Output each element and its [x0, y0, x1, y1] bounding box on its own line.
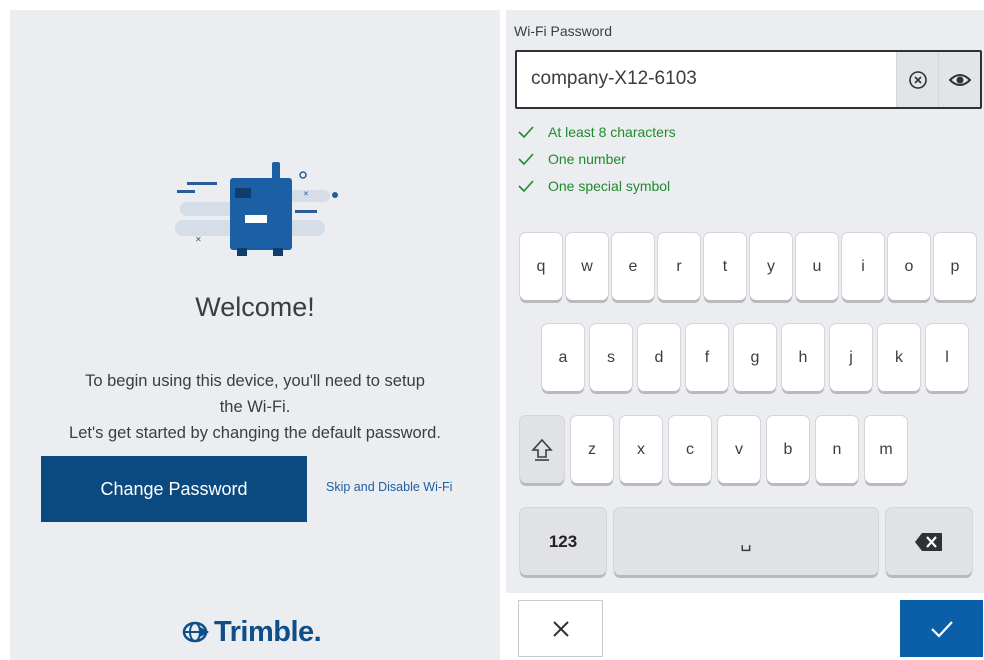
numbers-key[interactable]: 123 [520, 508, 606, 575]
key-x[interactable]: x [620, 416, 662, 483]
rule-item: One number [518, 145, 676, 172]
password-input[interactable]: company-X12-6103 [515, 50, 982, 109]
key-k[interactable]: k [878, 324, 920, 391]
key-i[interactable]: i [842, 233, 884, 300]
key-l[interactable]: l [926, 324, 968, 391]
trimble-globe-icon [182, 621, 209, 643]
keyboard-row-1: q w e r t y u i o p [520, 233, 976, 300]
show-password-button[interactable] [938, 52, 980, 107]
clear-circle-icon [908, 70, 927, 89]
password-panel: Wi-Fi Password company-X12-6103 At least… [506, 10, 984, 660]
key-y[interactable]: y [750, 233, 792, 300]
key-p[interactable]: p [934, 233, 976, 300]
password-value: company-X12-6103 [531, 68, 697, 89]
key-v[interactable]: v [718, 416, 760, 483]
key-h[interactable]: h [782, 324, 824, 391]
key-c[interactable]: c [669, 416, 711, 483]
rule-text: At least 8 characters [548, 123, 676, 140]
key-a[interactable]: a [542, 324, 584, 391]
cancel-button[interactable] [518, 600, 603, 657]
logo-text: Trimble. [214, 615, 322, 648]
rule-text: One special symbol [548, 177, 671, 194]
close-icon [552, 620, 569, 637]
key-z[interactable]: z [571, 416, 613, 483]
checkmark-icon [518, 179, 534, 192]
shift-icon [531, 438, 553, 461]
backspace-key[interactable] [886, 508, 972, 575]
key-e[interactable]: e [612, 233, 654, 300]
backspace-icon [915, 532, 942, 551]
key-r[interactable]: r [658, 233, 700, 300]
change-password-button[interactable]: Change Password [41, 456, 307, 522]
checkmark-icon [518, 152, 534, 165]
checkmark-icon [518, 125, 534, 138]
device-wifi-illustration: ✕ ✕ [175, 162, 338, 256]
keyboard-row-2: a s d f g h j k l [542, 324, 968, 391]
key-m[interactable]: m [865, 416, 907, 483]
trimble-logo: Trimble. [182, 614, 322, 650]
intro-line-2: the Wi-Fi. [219, 398, 291, 416]
space-key[interactable]: ␣ [614, 508, 878, 575]
eye-icon [948, 73, 971, 86]
svg-text:✕: ✕ [303, 190, 309, 198]
key-o[interactable]: o [888, 233, 930, 300]
key-f[interactable]: f [686, 324, 728, 391]
key-u[interactable]: u [796, 233, 838, 300]
clear-button[interactable] [896, 52, 938, 107]
keyboard-row-3: z x c v b n m [520, 416, 907, 483]
password-label: Wi-Fi Password [514, 23, 613, 39]
key-t[interactable]: t [704, 233, 746, 300]
intro-line-1: To begin using this device, you'll need … [85, 372, 425, 390]
space-glyph: ␣ [740, 531, 752, 551]
key-s[interactable]: s [590, 324, 632, 391]
key-g[interactable]: g [734, 324, 776, 391]
key-q[interactable]: q [520, 233, 562, 300]
rule-text: One number [548, 150, 626, 167]
key-d[interactable]: d [638, 324, 680, 391]
svg-text:✕: ✕ [195, 235, 202, 244]
welcome-panel: ✕ ✕ Welcome! To begin using this device,… [10, 10, 500, 660]
welcome-title: Welcome! [195, 292, 315, 322]
skip-disable-wifi-link[interactable]: Skip and Disable Wi-Fi [326, 480, 452, 494]
key-w[interactable]: w [566, 233, 608, 300]
shift-key[interactable] [520, 416, 564, 483]
confirm-button[interactable] [900, 600, 983, 657]
action-bar [506, 593, 984, 660]
rule-item: One special symbol [518, 172, 676, 199]
rule-item: At least 8 characters [518, 118, 676, 145]
key-j[interactable]: j [830, 324, 872, 391]
key-n[interactable]: n [816, 416, 858, 483]
password-rules: At least 8 characters One number One spe… [518, 118, 676, 199]
key-b[interactable]: b [767, 416, 809, 483]
keyboard-row-4: 123 ␣ [520, 508, 972, 575]
welcome-intro: To begin using this device, you'll need … [40, 368, 470, 446]
check-icon [930, 620, 953, 638]
intro-line-3: Let's get started by changing the defaul… [69, 424, 441, 442]
